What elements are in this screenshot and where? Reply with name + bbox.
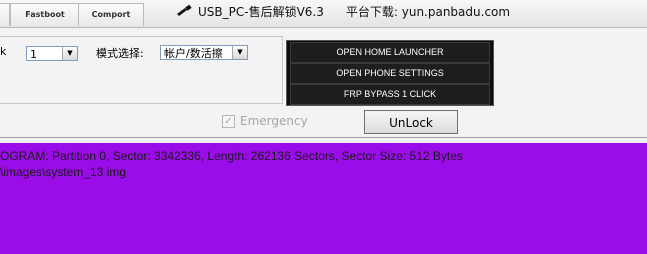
number-select[interactable]: 1 ▼ [26,46,78,61]
log-line: OGRAM: Partition 0, Sector: 3342336, Len… [0,149,463,163]
number-select-value: 1 [30,48,37,61]
window-title: USB_PC-售后解锁V6.3 平台下载: yun.panbadu.com [176,2,510,20]
usb-plug-icon [177,5,192,16]
tab-partial[interactable] [0,3,10,26]
tab-fastboot[interactable]: Fastboot [10,3,80,26]
mode-select-value: 帐户/数活擦 [164,47,223,60]
chevron-down-icon[interactable]: ▼ [62,47,77,60]
chevron-down-icon[interactable]: ▼ [232,46,247,59]
unlock-button[interactable]: UnLock [364,110,458,134]
tab-comport[interactable]: Comport [78,3,144,26]
quick-actions-panel: OPEN HOME LAUNCHER OPEN PHONE SETTINGS F… [286,40,494,106]
open-phone-settings-button[interactable]: OPEN PHONE SETTINGS [290,63,490,84]
tab-strip: Fastboot Comport USB_PC-售后解锁V6.3 平台下载: y… [0,0,647,28]
open-home-launcher-button[interactable]: OPEN HOME LAUNCHER [290,42,490,63]
log-output: OGRAM: Partition 0, Sector: 3342336, Len… [0,143,647,254]
mode-label: 模式选择: [96,47,144,60]
field-label-fragment: k [0,45,7,58]
app-title: USB_PC-售后解锁V6.3 [198,4,324,19]
emergency-checkbox[interactable]: ✓ [222,115,235,128]
divider [0,137,647,138]
emergency-label: Emergency [240,114,308,128]
log-line: \images\system_13 img [0,165,127,179]
frp-bypass-button[interactable]: FRP BYPASS 1 CLICK [290,84,490,105]
mode-select[interactable]: 帐户/数活擦 ▼ [160,45,248,60]
download-text: 平台下载: yun.panbadu.com [345,4,511,19]
